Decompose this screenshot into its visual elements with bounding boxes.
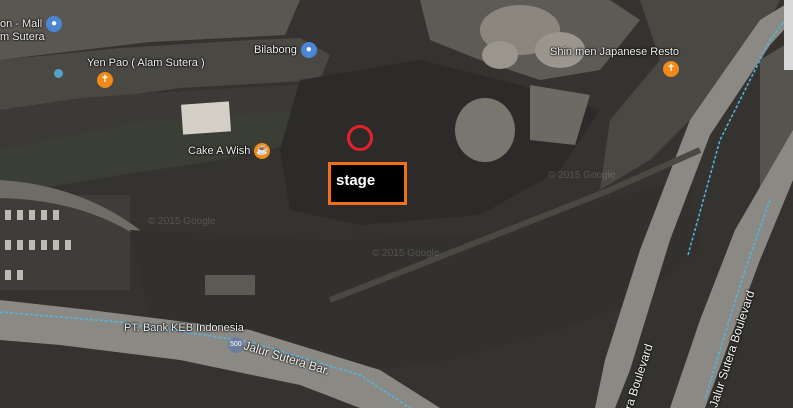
poi-mall[interactable]: on - Mall ● <box>0 16 63 32</box>
restaurant-icon: ✝ <box>663 61 680 77</box>
map-watermark: © 2015 Google <box>148 216 216 227</box>
map-edge-strip <box>784 0 793 70</box>
poi-label: Bilabong <box>254 43 297 56</box>
shopping-bag-icon: ● <box>300 42 317 58</box>
poi-label: m Sutera <box>0 31 45 43</box>
poi-bilabong[interactable]: Bilabong ● <box>254 42 317 58</box>
map-watermark: © 2015 Google <box>372 248 440 259</box>
restaurant-icon: ✝ <box>97 72 113 88</box>
poi-label: on - Mall <box>0 17 43 30</box>
poi-label: PT. Bank KEB Indonesia <box>124 322 244 334</box>
location-dot <box>54 69 63 78</box>
stage-marker-circle <box>347 125 373 151</box>
stage-label: stage <box>336 172 376 189</box>
poi-yen-pao[interactable]: Yen Pao ( Alam Sutera ) ✝ <box>87 57 205 88</box>
map-watermark: © 2015 Google <box>548 170 616 181</box>
map-view[interactable]: on - Mall ● m Sutera Yen Pao ( Alam Sute… <box>0 0 793 408</box>
poi-shin-men[interactable]: Shin men Japanese Resto ✝ <box>550 46 680 77</box>
poi-cake-a-wish[interactable]: Cake A Wish ☕ <box>188 143 271 159</box>
cafe-icon: ☕ <box>254 143 271 159</box>
poi-label: Shin men Japanese Resto <box>550 46 680 58</box>
poi-mall-sutera[interactable]: m Sutera <box>0 31 45 44</box>
poi-label: Cake A Wish <box>188 144 251 157</box>
poi-bank-keb[interactable]: PT. Bank KEB Indonesia 500 <box>124 322 244 353</box>
poi-label: Yen Pao ( Alam Sutera ) <box>87 57 205 69</box>
shopping-bag-icon: ● <box>46 16 63 32</box>
stage-annotation-box: stage <box>328 162 407 205</box>
